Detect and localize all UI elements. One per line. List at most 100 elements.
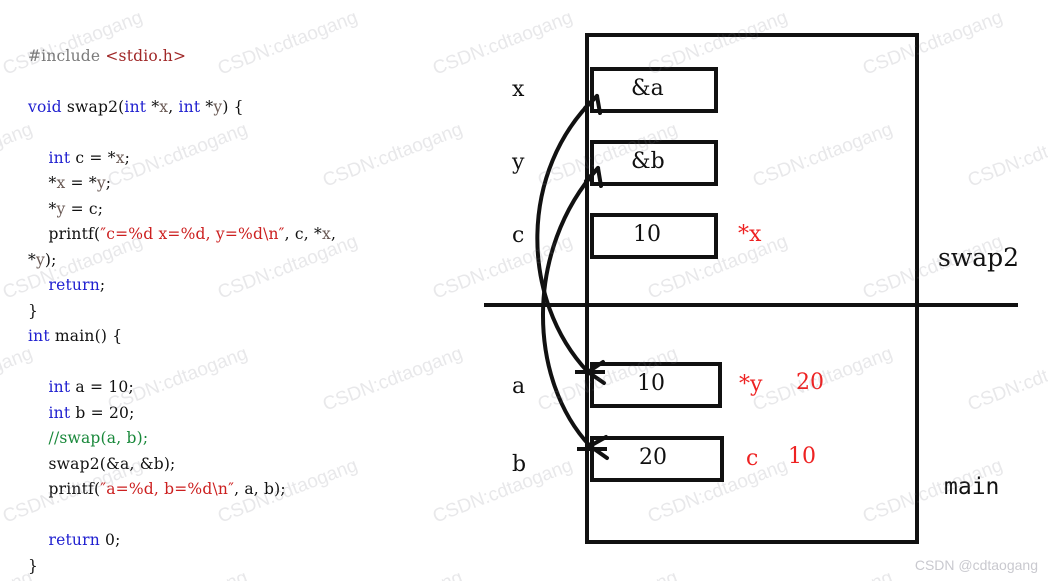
code-token: } <box>28 556 39 575</box>
code-line: } <box>28 299 478 325</box>
code-token: ; <box>129 403 135 422</box>
code-token: ); <box>44 250 57 269</box>
frame-label-swap2: swap2 <box>938 243 1020 272</box>
code-line: *x = *y; <box>28 171 478 197</box>
code-line: return; <box>28 273 478 299</box>
var-value-y: &b <box>631 149 665 174</box>
var-name-b: b <box>512 452 527 477</box>
code-token: , <box>330 225 337 243</box>
watermark-text: CSDN:cdtaogang <box>750 119 896 192</box>
code-token: * <box>28 199 57 218</box>
var-name-y: y <box>512 150 525 175</box>
code-token: x <box>159 97 169 116</box>
code-token: int <box>48 403 76 422</box>
code-line: int main() { <box>28 324 478 350</box>
code-token: ″a=%d, b=%d\n″ <box>100 480 235 498</box>
code-token: c = * <box>75 148 116 167</box>
var-value-c: 10 <box>633 222 661 247</box>
watermark-text: CSDN:cdtaogang <box>860 7 1006 80</box>
code-token: y <box>35 250 45 269</box>
code-line: #include <stdio.h> <box>28 44 478 70</box>
code-token: //swap(a, b); <box>48 429 149 447</box>
code-token: <stdio.h> <box>105 46 187 65</box>
var-value-b: 20 <box>639 445 667 470</box>
code-token: , c, * <box>284 225 323 243</box>
var-name-c: c <box>512 223 525 248</box>
pointer-arrow-b-to-y <box>541 166 609 460</box>
code-token: y <box>213 97 223 116</box>
code-line: int a = 10; <box>28 375 478 401</box>
code-token: ; <box>105 174 112 192</box>
code-token: * <box>28 250 36 269</box>
watermark-text: CSDN:cdtaogang <box>645 7 791 80</box>
pointer-arrow-a-to-x <box>535 94 606 385</box>
annotation-deref-x: *x <box>738 222 762 247</box>
annotation-new-b-value: 10 <box>788 444 816 469</box>
var-value-x: &a <box>631 76 664 101</box>
code-token: main() { <box>54 327 123 345</box>
code-token: 0 <box>105 531 116 549</box>
code-line: *y); <box>28 248 478 274</box>
annotation-new-a-value: 20 <box>796 370 824 395</box>
code-token: , <box>168 97 179 116</box>
code-token: return <box>48 531 106 549</box>
code-token: = c; <box>65 199 104 218</box>
code-token: a = <box>75 378 109 396</box>
code-token: * <box>28 174 57 192</box>
code-token: int <box>28 327 55 345</box>
code-token: int <box>48 378 76 396</box>
code-line: printf(″a=%d, b=%d\n″, a, b); <box>28 477 478 503</box>
code-line: *y = c; <box>28 197 478 223</box>
code-token: y <box>96 174 106 192</box>
var-value-a: 10 <box>637 371 665 396</box>
code-token: x <box>115 148 125 167</box>
code-token: ) { <box>222 97 244 116</box>
watermark-text: CSDN:cdtaogang <box>965 119 1048 192</box>
code-token: int <box>178 97 206 116</box>
code-token: , a, b); <box>234 480 286 498</box>
watermark-text: CSDN:cdtaogang <box>965 343 1048 416</box>
code-token: ; <box>128 378 134 396</box>
var-name-a: a <box>512 374 526 399</box>
code-token: ; <box>99 276 106 294</box>
watermark-text: CSDN:cdtaogang <box>645 231 791 304</box>
code-token: 20 <box>109 403 130 422</box>
code-line: int b = 20; <box>28 401 478 427</box>
code-line: //swap(a, b); <box>28 426 478 452</box>
code-token: swap2( <box>66 97 125 116</box>
code-token: return <box>48 276 100 294</box>
code-token: b = <box>75 403 109 422</box>
code-token: #include <box>28 46 106 65</box>
annotation-temp-c: c <box>746 446 759 471</box>
code-token: void <box>28 97 67 116</box>
watermark-text: CSDN:cdtaogang <box>750 567 896 581</box>
code-token: } <box>28 301 39 320</box>
code-token: printf( <box>28 225 101 243</box>
code-token: ; <box>115 531 121 549</box>
watermark-text: CSDN:cdtaogang <box>535 567 681 581</box>
code-token: int <box>48 148 76 167</box>
code-line: void swap2(int *x, int *y) { <box>28 95 478 121</box>
code-panel: #include <stdio.h> void swap2( int * x, in… <box>0 0 480 581</box>
code-listing: #include <stdio.h> void swap2( int * x, in… <box>28 44 478 580</box>
code-line: printf(″c=%d x=%d, y=%d\n″, c, *x, <box>28 222 478 248</box>
code-token: ; <box>124 148 131 167</box>
annotation-deref-y: *y <box>739 372 763 397</box>
var-name-x: x <box>512 77 525 102</box>
code-token: = * <box>65 174 97 192</box>
code-token: ″c=%d x=%d, y=%d\n″ <box>100 225 285 243</box>
frame-label-main: main <box>944 474 1000 500</box>
credit-watermark: CSDN @cdtaogang <box>914 557 1038 573</box>
code-token: 10 <box>108 378 129 396</box>
code-line: int c = *x; <box>28 146 478 172</box>
